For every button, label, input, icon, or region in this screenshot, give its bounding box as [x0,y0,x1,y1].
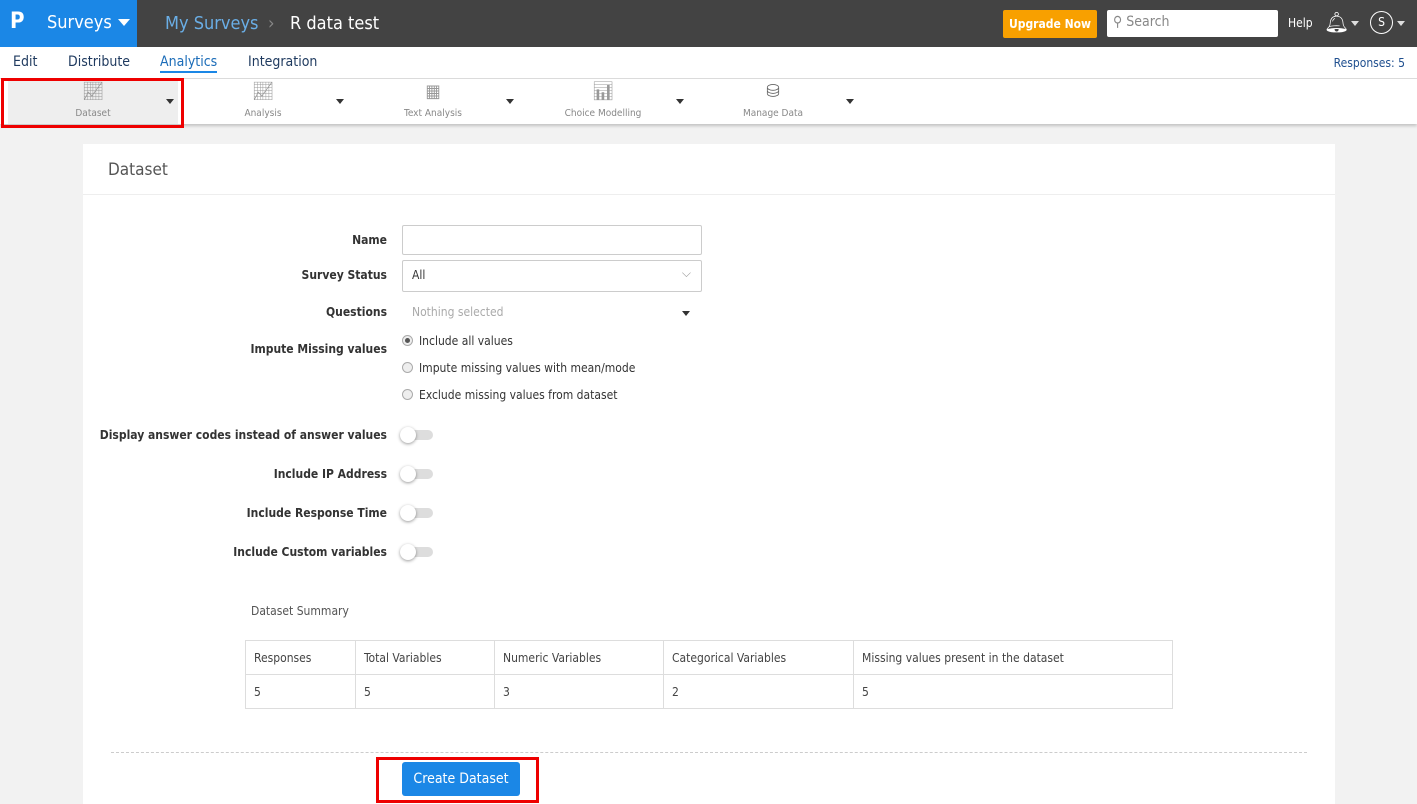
highlight-box [376,757,539,803]
document-grid-icon: ▦ [425,81,441,102]
app-switcher[interactable]: P Surveys [0,0,137,47]
summary-table: Responses Total Variables Numeric Variab… [245,640,1173,709]
survey-status-label: Survey Status [301,268,387,282]
name-input[interactable] [402,225,702,255]
table-cell: 5 [853,674,1173,709]
table-header-row: Responses Total Variables Numeric Variab… [245,640,1173,675]
radio-label: Exclude missing values from dataset [419,388,618,402]
custom-variables-label: Include Custom variables [233,545,387,559]
breadcrumb-my-surveys[interactable]: My Surveys [165,13,258,34]
caret-down-icon[interactable] [676,99,684,104]
caret-down-icon[interactable] [846,99,854,104]
tab-integration[interactable]: Integration [248,54,317,70]
tool-manage-data[interactable]: ⛁ Manage Data [688,79,858,124]
tool-label: Choice Modelling [564,108,642,119]
radio-icon [402,362,413,373]
chevron-down-icon[interactable] [1397,21,1405,26]
radio-icon [402,389,413,400]
tool-label: Analysis [244,108,282,119]
table-header: Missing values present in the dataset [853,640,1173,675]
card-title: Dataset [108,160,168,180]
ip-address-label: Include IP Address [273,467,387,481]
table-cell: 2 [663,674,854,709]
ip-address-toggle[interactable] [400,466,433,482]
analytics-toolbar: 📈︎ Dataset 📈︎ Analysis ▦ Text Analysis 📊︎ Ch… [0,79,1417,124]
response-time-label: Include Response Time [246,506,387,520]
caret-down-icon[interactable] [336,99,344,104]
app-name: Surveys [47,12,112,33]
chevron-down-icon[interactable] [1351,21,1359,26]
response-time-toggle[interactable] [400,505,433,521]
upgrade-button[interactable]: Upgrade Now [1003,10,1097,38]
search-placeholder: Search [1126,14,1170,30]
answer-codes-label: Display answer codes instead of answer v… [99,428,387,442]
breadcrumb-current: R data test [290,13,380,34]
table-row: 5 5 3 2 5 [245,674,1173,709]
tab-edit[interactable]: Edit [13,54,37,70]
chevron-down-icon: ⌵ [681,266,691,280]
table-cell: 5 [245,674,356,709]
tab-analytics[interactable]: Analytics [160,54,218,73]
chevron-down-icon [118,19,130,26]
name-label: Name [352,233,387,247]
responses-count: Responses: 5 [1333,56,1405,70]
help-link[interactable]: Help [1288,16,1313,30]
tool-text-analysis[interactable]: ▦ Text Analysis [348,79,518,124]
search-input[interactable]: ⚲ Search [1107,10,1278,37]
scatter-bar-icon: 📊︎ [591,81,615,102]
dataset-card: Dataset Name Survey Status All ⌵ Question… [83,144,1335,804]
radio-include-all[interactable]: Include all values [402,334,513,348]
radio-icon [402,335,413,346]
answer-codes-toggle[interactable] [400,427,433,443]
radio-label: Impute missing values with mean/mode [419,361,636,375]
table-header: Numeric Variables [494,640,664,675]
radio-label: Include all values [419,334,513,348]
table-cell: 3 [494,674,664,709]
highlight-box [1,78,184,128]
questions-placeholder: Nothing selected [412,305,504,319]
database-icon: ⛁ [766,81,780,102]
questions-label: Questions [325,305,387,319]
search-icon: ⚲ [1113,14,1123,30]
summary-title: Dataset Summary [251,604,349,618]
avatar[interactable]: S [1370,11,1393,34]
impute-label: Impute Missing values [250,342,387,356]
tool-analysis[interactable]: 📈︎ Analysis [178,79,348,124]
bell-icon[interactable]: 🔔︎ [1324,10,1349,34]
tool-choice-modelling[interactable]: 📊︎ Choice Modelling [518,79,688,124]
tool-label: Manage Data [742,108,804,119]
tab-distribute[interactable]: Distribute [68,54,130,70]
nav-bar: Edit Distribute Analytics Integration Re… [0,47,1417,79]
questions-select[interactable]: Nothing selected [402,297,697,327]
table-header: Total Variables [355,640,495,675]
caret-down-icon [682,311,690,316]
tool-label: Text Analysis [404,108,462,119]
survey-status-select[interactable]: All ⌵ [402,260,702,292]
logo-icon: P [10,9,25,34]
radio-impute-mean[interactable]: Impute missing values with mean/mode [402,361,635,375]
table-header: Categorical Variables [663,640,854,675]
table-header: Responses [245,640,356,675]
radio-exclude-missing[interactable]: Exclude missing values from dataset [402,388,617,402]
custom-variables-toggle[interactable] [400,544,433,560]
survey-status-value: All [412,268,426,282]
table-cell: 5 [355,674,495,709]
caret-down-icon[interactable] [506,99,514,104]
divider [111,752,1307,753]
breadcrumb-separator: › [268,13,275,34]
divider [83,194,1335,195]
area-chart-icon: 📈︎ [251,81,275,102]
